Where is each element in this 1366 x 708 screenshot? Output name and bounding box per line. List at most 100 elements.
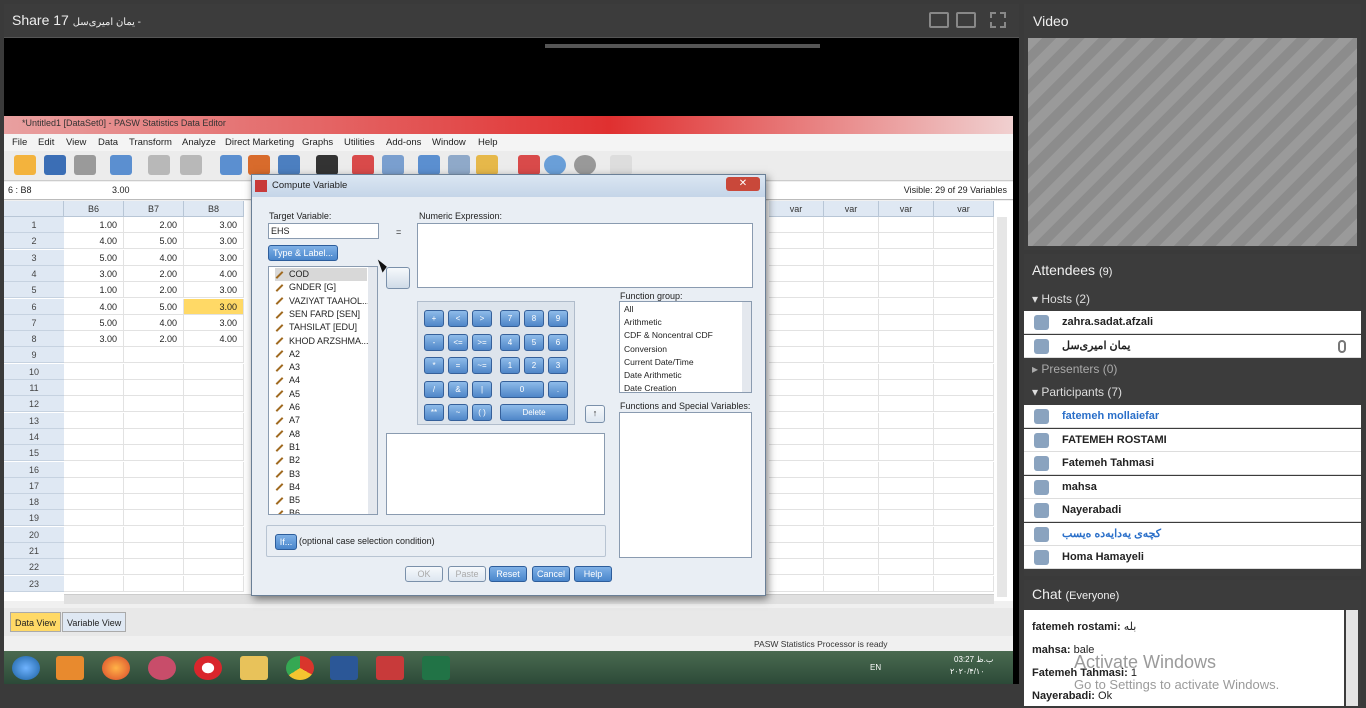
table-cell[interactable]	[824, 314, 879, 331]
table-cell[interactable]: 2.00	[124, 265, 184, 282]
variable-list-item[interactable]: A4	[275, 374, 300, 387]
table-cell[interactable]	[934, 347, 994, 364]
table-cell[interactable]	[184, 477, 244, 494]
numeric-expression-input[interactable]	[417, 223, 753, 288]
table-cell[interactable]	[184, 559, 244, 576]
table-cell[interactable]	[64, 494, 124, 511]
table-cell[interactable]	[124, 363, 184, 380]
goto-variable-icon[interactable]	[248, 155, 270, 175]
table-cell[interactable]	[934, 217, 994, 233]
row-header[interactable]: 4	[4, 265, 64, 282]
table-cell[interactable]	[184, 412, 244, 429]
table-cell[interactable]	[769, 298, 824, 315]
table-cell[interactable]	[124, 461, 184, 478]
table-cell[interactable]: 4.00	[124, 314, 184, 331]
hosts-section[interactable]: ▾ Hosts (2)	[1024, 288, 1361, 310]
variable-list-item[interactable]: B1	[275, 441, 300, 454]
split-file-icon[interactable]	[418, 155, 440, 175]
keypad-button[interactable]: -	[424, 333, 444, 351]
table-cell[interactable]	[184, 347, 244, 364]
table-cell[interactable]: 5.00	[124, 233, 184, 250]
attendee-item[interactable]: fatemeh mollaiefar	[1024, 405, 1361, 428]
table-cell[interactable]	[934, 510, 994, 527]
table-cell[interactable]	[64, 461, 124, 478]
table-cell[interactable]	[64, 412, 124, 429]
chrome-icon[interactable]	[286, 656, 314, 680]
table-cell[interactable]	[879, 510, 934, 527]
attendee-item[interactable]: Nayerabadi	[1024, 499, 1361, 522]
row-header[interactable]: 15	[4, 445, 64, 462]
table-cell[interactable]	[879, 543, 934, 559]
table-cell[interactable]	[934, 543, 994, 559]
table-cell[interactable]	[879, 575, 934, 592]
close-icon[interactable]: ✕	[726, 177, 760, 191]
table-cell[interactable]: 3.00	[64, 331, 124, 348]
keypad-button[interactable]: **	[424, 404, 444, 421]
variable-list-item[interactable]: B2	[275, 454, 300, 467]
table-cell[interactable]: 4.00	[184, 265, 244, 282]
if-button[interactable]: If...	[275, 534, 297, 550]
table-cell[interactable]	[824, 494, 879, 511]
keypad-button[interactable]: >=	[472, 333, 492, 351]
function-group-list[interactable]: All Arithmetic CDF & Noncentral CDF Convers…	[619, 301, 752, 393]
column-header[interactable]: B8	[184, 201, 244, 217]
row-header[interactable]: 19	[4, 510, 64, 527]
table-cell[interactable]	[769, 461, 824, 478]
fit-window-icon[interactable]	[956, 12, 976, 28]
window-layout-icon[interactable]	[929, 12, 949, 28]
row-header[interactable]: 2	[4, 233, 64, 250]
table-cell[interactable]	[824, 543, 879, 559]
keypad-button[interactable]: <	[448, 310, 468, 327]
table-cell[interactable]	[824, 510, 879, 527]
table-cell[interactable]	[64, 477, 124, 494]
table-cell[interactable]	[769, 477, 824, 494]
function-group-scrollbar[interactable]	[742, 302, 751, 392]
chat-scrollbar[interactable]	[1346, 610, 1358, 706]
table-cell[interactable]: 2.00	[124, 331, 184, 348]
table-cell[interactable]	[769, 249, 824, 266]
table-cell[interactable]	[64, 347, 124, 364]
keypad-button[interactable]: 0	[500, 380, 544, 398]
table-cell[interactable]	[824, 412, 879, 429]
attendee-item[interactable]: FATEMEH ROSTAMI	[1024, 428, 1361, 452]
table-cell[interactable]	[184, 510, 244, 527]
variable-list-item[interactable]: A6	[275, 401, 300, 414]
table-cell[interactable]	[824, 265, 879, 282]
table-cell[interactable]	[824, 575, 879, 592]
variable-list-item[interactable]: A3	[275, 361, 300, 374]
table-cell[interactable]	[769, 282, 824, 299]
find-icon[interactable]	[316, 155, 338, 175]
menu-graphs[interactable]: Graphs	[302, 137, 333, 148]
start-icon[interactable]	[12, 656, 40, 680]
spss-taskbar-icon[interactable]	[376, 656, 404, 680]
keypad-button[interactable]: <=	[448, 333, 468, 351]
table-cell[interactable]: 4.00	[184, 331, 244, 348]
keypad-button[interactable]: /	[424, 380, 444, 398]
table-cell[interactable]	[124, 494, 184, 511]
function-group-item[interactable]: Arithmetic	[624, 317, 662, 327]
table-cell[interactable]	[934, 380, 994, 396]
column-header[interactable]: var	[934, 201, 994, 217]
keypad-button[interactable]: |	[472, 380, 492, 398]
table-cell[interactable]	[184, 526, 244, 543]
table-cell[interactable]	[879, 396, 934, 413]
table-cell[interactable]	[124, 526, 184, 543]
row-header[interactable]: 16	[4, 461, 64, 478]
table-cell[interactable]: 4.00	[124, 249, 184, 266]
tab-variable-view[interactable]: Variable View	[62, 612, 127, 632]
menu-data[interactable]: Data	[98, 137, 118, 148]
vertical-scrollbar[interactable]	[997, 217, 1007, 597]
table-cell[interactable]	[64, 396, 124, 413]
column-header[interactable]: B7	[124, 201, 184, 217]
table-cell[interactable]	[64, 428, 124, 445]
table-cell[interactable]: 3.00	[64, 265, 124, 282]
table-cell[interactable]	[934, 298, 994, 315]
menu-window[interactable]: Window	[432, 137, 466, 148]
table-cell[interactable]	[124, 396, 184, 413]
row-header[interactable]: 20	[4, 526, 64, 543]
table-cell[interactable]	[934, 526, 994, 543]
table-cell[interactable]	[934, 282, 994, 299]
keypad-button[interactable]: 8	[524, 310, 544, 327]
select-cases-icon[interactable]	[476, 155, 498, 175]
show-all-icon[interactable]	[574, 155, 596, 175]
